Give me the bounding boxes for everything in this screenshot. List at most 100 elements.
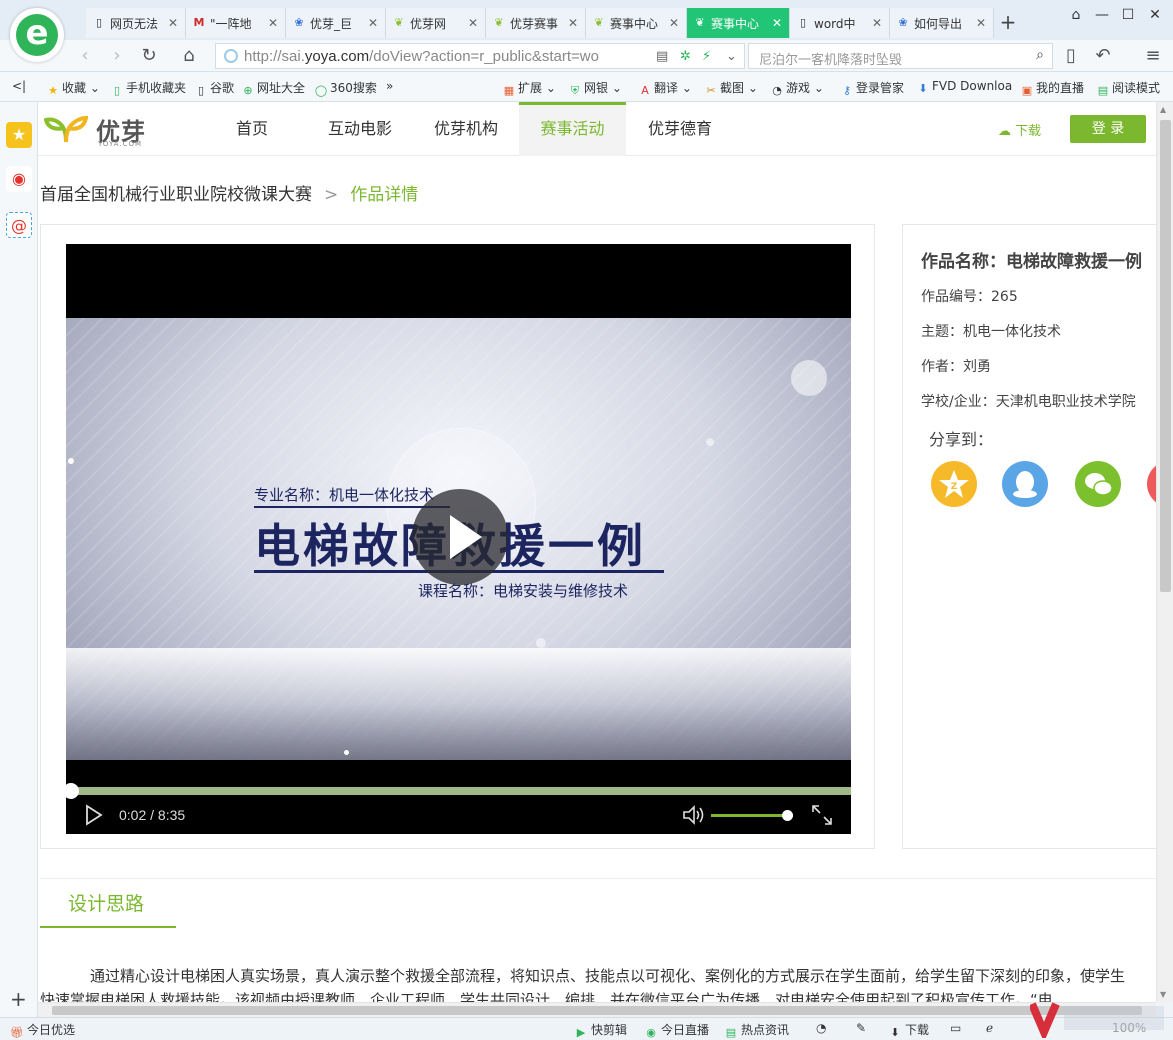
volume-handle[interactable] xyxy=(782,810,794,821)
scroll-up-icon[interactable]: ▲ xyxy=(1160,105,1166,114)
bookmark-4[interactable]: ◯ 360搜索 xyxy=(314,79,377,98)
add-sidebar-icon[interactable]: + xyxy=(10,987,27,1011)
address-text[interactable]: http://sai.yoya.com/doView?action=r_publ… xyxy=(244,48,599,65)
share-qzone-button[interactable]: Z xyxy=(931,461,977,507)
tab-2[interactable]: ❀ 优芽_巨 ✕ xyxy=(286,8,386,38)
horizontal-scroll-thumb[interactable] xyxy=(52,1006,1142,1015)
chevron-down-icon[interactable]: ⌄ xyxy=(726,49,737,64)
tv-icon: ▣ xyxy=(1021,84,1033,97)
tab-5[interactable]: ❦ 赛事中心 ✕ xyxy=(586,8,687,38)
back-icon[interactable]: ‹ xyxy=(72,44,98,68)
sidebar-toggle-icon[interactable]: <| xyxy=(12,79,26,93)
video-player[interactable]: 专业名称：机电一体化技术 电梯故障救援一例 课程名称：电梯安装与维修技术 0:0… xyxy=(66,244,851,834)
control-play-icon[interactable] xyxy=(84,804,104,826)
search-icon[interactable]: ⌕ xyxy=(1036,47,1044,63)
layout-icon[interactable]: ▭ xyxy=(950,1021,961,1035)
status-item-3[interactable]: ⬇ 下载 xyxy=(888,1021,929,1040)
horizontal-scrollbar[interactable] xyxy=(38,1002,1156,1017)
close-icon[interactable]: ✕ xyxy=(467,16,479,30)
site-nav-institutions[interactable]: 优芽机构 xyxy=(422,102,510,156)
site-nav-home[interactable]: 首页 xyxy=(212,102,292,156)
paw-icon: ❀ xyxy=(294,16,304,29)
weibo-icon[interactable]: ◉ xyxy=(6,166,32,192)
bookmark-5[interactable]: ▦ 扩展 ⌄ xyxy=(502,79,556,98)
bookmark-8[interactable]: ✂ 截图 ⌄ xyxy=(704,79,758,98)
site-nav-events[interactable]: 赛事活动 xyxy=(519,102,626,156)
share-weibo-button[interactable] xyxy=(1147,461,1156,507)
site-logo[interactable]: 优芽 YOYA.COM xyxy=(44,110,164,150)
mobile-icon[interactable]: ▯ xyxy=(1058,44,1084,68)
reader-icon[interactable]: ▤ xyxy=(656,49,668,64)
close-icon[interactable]: ✕ xyxy=(975,16,987,30)
vertical-scroll-thumb[interactable] xyxy=(1160,120,1171,592)
maximize-icon[interactable]: ☐ xyxy=(1116,4,1140,26)
vertical-scrollbar[interactable]: ▲ ▼ xyxy=(1156,102,1173,1002)
site-nav-movies[interactable]: 互动电影 xyxy=(316,102,404,156)
bookmark-11[interactable]: ⬇ FVD Downloa xyxy=(916,79,1012,96)
design-tab[interactable]: 设计思路 xyxy=(40,888,176,928)
home-icon[interactable]: ⌂ xyxy=(176,44,202,68)
tab-6-active[interactable]: ❦ 赛事中心 ✕ xyxy=(687,8,790,38)
progress-handle[interactable] xyxy=(66,783,80,799)
daily-picks[interactable]: 🎁︎ 今日优选 xyxy=(10,1021,75,1040)
bookmark-9[interactable]: ◔ 游戏 ⌄ xyxy=(770,79,824,98)
tab-7[interactable]: ▯ word中 ✕ xyxy=(790,8,890,38)
menu-icon[interactable]: ≡ xyxy=(1140,44,1166,68)
login-button[interactable]: 登 录 xyxy=(1070,115,1146,143)
tab-8[interactable]: ❀ 如何导出 ✕ xyxy=(890,8,994,38)
address-bar[interactable]: http://sai.yoya.com/doView?action=r_publ… xyxy=(215,43,745,69)
bookmark-10[interactable]: ⚷ 登录管家 xyxy=(840,79,904,98)
close-window-icon[interactable]: ✕ xyxy=(1143,4,1167,26)
play-button[interactable] xyxy=(412,489,508,585)
fullscreen-icon[interactable] xyxy=(811,804,833,826)
tab-4[interactable]: ❦ 优芽赛事 ✕ xyxy=(486,8,586,38)
minimize-icon[interactable]: — xyxy=(1090,4,1114,26)
close-icon[interactable]: ✕ xyxy=(668,16,680,30)
forward-icon[interactable]: › xyxy=(104,44,130,68)
more-bookmarks-icon[interactable]: » xyxy=(386,79,393,93)
skin-icon[interactable]: ⌂ xyxy=(1064,4,1088,26)
progress-bar[interactable] xyxy=(66,787,851,795)
share-qq-button[interactable] xyxy=(1002,461,1048,507)
download-link[interactable]: ☁ 下载 xyxy=(998,120,1041,139)
new-tab-button[interactable]: + xyxy=(996,10,1020,34)
close-icon[interactable]: ✕ xyxy=(567,16,579,30)
close-icon[interactable]: ✕ xyxy=(167,16,179,30)
bookmark-3[interactable]: ⊕ 网址大全 xyxy=(241,79,305,98)
speed-mode-icon[interactable]: ⚡ xyxy=(702,49,711,64)
site-nav-moral[interactable]: 优芽德育 xyxy=(636,102,724,156)
compat-icon[interactable]: ✲ xyxy=(680,49,691,64)
volume-slider[interactable] xyxy=(711,814,793,817)
bookmark-13[interactable]: ▤ 阅读模式 xyxy=(1096,79,1160,98)
tab-0[interactable]: ▯ 网页无法 ✕ xyxy=(86,8,186,38)
volume-icon[interactable] xyxy=(682,804,706,826)
favorites-star-icon[interactable]: ★ xyxy=(6,122,32,148)
bookmark-6[interactable]: ⛨ 网银 ⌄ xyxy=(568,79,622,98)
tab-3[interactable]: ❦ 优芽网 ✕ xyxy=(386,8,486,38)
close-icon[interactable]: ✕ xyxy=(267,16,279,30)
bookmark-7[interactable]: A 翻译 ⌄ xyxy=(638,79,692,98)
status-item-1[interactable]: ◉ 今日直播 xyxy=(644,1021,709,1040)
sprout-icon: ❦ xyxy=(594,16,604,29)
bookmark-1[interactable]: ▯ 手机收藏夹 xyxy=(110,79,186,98)
browser-logo[interactable]: e xyxy=(10,8,64,62)
share-wechat-button[interactable] xyxy=(1075,461,1121,507)
speed-icon[interactable]: ◔ xyxy=(816,1021,826,1035)
ie-icon[interactable]: ℯ xyxy=(986,1021,993,1035)
status-item-0[interactable]: ▶ 快剪辑 xyxy=(574,1021,627,1040)
close-icon[interactable]: ✕ xyxy=(367,16,379,30)
tab-1[interactable]: M "一阵地 ✕ xyxy=(186,8,286,38)
bookmark-12[interactable]: ▣ 我的直播 xyxy=(1020,79,1084,98)
search-input[interactable]: 尼泊尔一客机降落时坠毁 ⌕ xyxy=(748,43,1053,69)
mail-icon[interactable]: @ xyxy=(6,212,32,238)
bookmark-0[interactable]: ★ 收藏 ⌄ xyxy=(46,79,100,98)
breadcrumb-parent[interactable]: 首届全国机械行业职业院校微课大赛 xyxy=(40,185,312,205)
bookmark-2[interactable]: ▯ 谷歌 xyxy=(194,79,234,98)
close-icon[interactable]: ✕ xyxy=(871,16,883,30)
refresh-icon[interactable]: ↻ xyxy=(136,44,162,68)
status-item-2[interactable]: ▤ 热点资讯 xyxy=(724,1021,789,1040)
close-icon[interactable]: ✕ xyxy=(771,16,783,30)
tools-icon[interactable]: ✎ xyxy=(856,1021,866,1035)
star-icon: ★ xyxy=(48,84,58,97)
undo-icon[interactable]: ↶ xyxy=(1090,44,1116,68)
